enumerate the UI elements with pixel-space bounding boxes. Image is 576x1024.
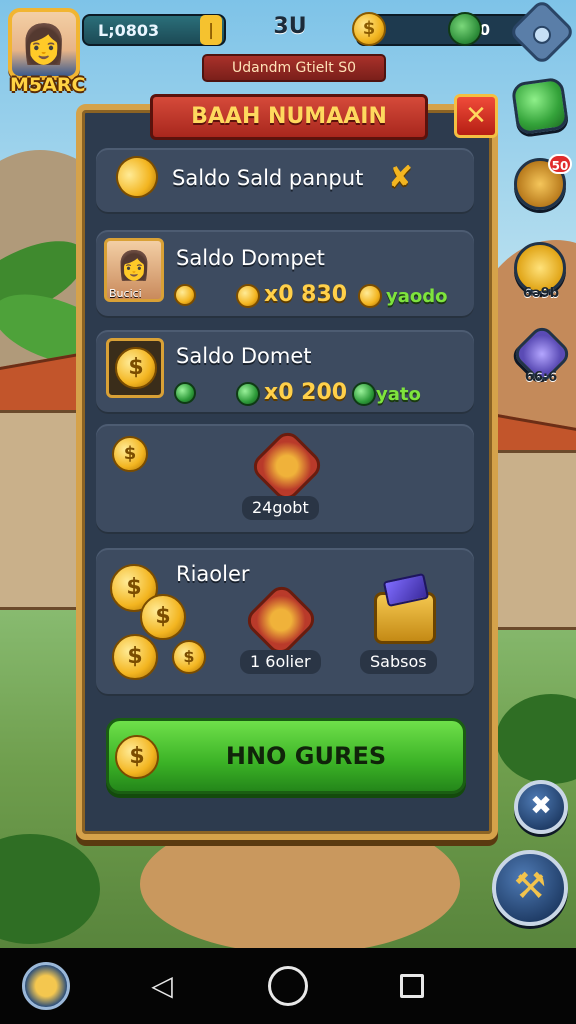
- green-gem-shop-button[interactable]: [510, 76, 570, 136]
- dompet-amount: x0 830: [264, 282, 348, 307]
- gold-coin-icon: $: [352, 12, 386, 46]
- tools-close-button[interactable]: ✖: [514, 780, 568, 834]
- event-banner[interactable]: Udandm Gtielt S0: [202, 54, 386, 82]
- items-label: Riaoler: [176, 562, 250, 586]
- back-triangle-icon[interactable]: ◁: [140, 964, 184, 1008]
- wallet-row-reward[interactable]: $ 24gobt: [96, 424, 474, 534]
- small-coin-icon: [174, 284, 196, 306]
- gold-coin-icon: $: [140, 594, 186, 640]
- bone-icon: ✘: [388, 160, 414, 195]
- confirm-button[interactable]: $ HNO GURES: [106, 718, 466, 794]
- domet-suffix: yato: [376, 384, 421, 405]
- home-circle-icon[interactable]: [264, 964, 312, 1008]
- player-level: 3U: [273, 14, 307, 39]
- green-gem-icon: [352, 382, 376, 406]
- reward-badge-icon: [248, 427, 326, 505]
- notification-badge: 50: [548, 154, 572, 174]
- gold-coin-icon: $: [112, 634, 158, 680]
- close-panel-button[interactable]: ✕: [454, 94, 498, 138]
- row-header-label: Saldo Sald panput: [172, 166, 364, 190]
- gold-coin-icon: $: [172, 640, 206, 674]
- wallet-row-header[interactable]: Saldo Sald panput ✘: [96, 148, 474, 214]
- portrait-name: Bucici: [109, 287, 142, 300]
- confirm-button-label: HNO GURES: [225, 742, 387, 770]
- portrait-frame: 👩 Bucici: [104, 238, 164, 302]
- system-nav-bar: ◁: [0, 948, 576, 1024]
- green-gem-icon: [236, 382, 260, 406]
- build-button[interactable]: ⚒: [492, 850, 568, 926]
- panel-title: BAAH NUMAAIN: [150, 94, 428, 140]
- green-gem-icon: [448, 12, 482, 46]
- player-profile[interactable]: 👩 M5ARC: [8, 8, 86, 100]
- dompet-label: Saldo Dompet: [176, 246, 325, 270]
- domet-amount: x0 200: [264, 380, 348, 405]
- resource-left-value: L;0803: [98, 20, 160, 40]
- small-coin-icon: [358, 284, 382, 308]
- add-resource-icon[interactable]: |: [200, 15, 222, 45]
- gem-button-label: 66:6: [524, 370, 558, 385]
- wallet-row-items[interactable]: Riaoler $ $ $ $ 1 6olier Sabsos: [96, 548, 474, 696]
- resource-bar-left[interactable]: L;0803 |: [82, 14, 226, 46]
- treasure-chest-icon: [374, 592, 436, 644]
- reward-pill: 24gobt: [242, 496, 319, 520]
- dompet-suffix: yaodo: [386, 286, 448, 307]
- hero-badge-icon: [242, 581, 320, 659]
- coin-frame: $: [106, 338, 164, 398]
- bush: [0, 834, 100, 944]
- close-x-icon: ✖: [530, 791, 552, 821]
- player-avatar-icon: 👩: [8, 8, 80, 80]
- app-shortcut-icon[interactable]: [22, 962, 70, 1010]
- small-coin-icon: [236, 284, 260, 308]
- gold-coin-icon: $: [115, 347, 157, 389]
- gold-coin-icon: $: [112, 436, 148, 472]
- hammer-icon: ⚒: [513, 866, 547, 907]
- domet-label: Saldo Domet: [176, 344, 312, 368]
- recent-square-icon[interactable]: [390, 964, 434, 1008]
- item2-pill: Sabsos: [360, 650, 437, 674]
- character-portrait-icon: 👩: [116, 249, 152, 282]
- green-gem-icon: [174, 382, 196, 404]
- gold-coin-icon: [108, 148, 166, 206]
- bush: [496, 694, 576, 784]
- item1-pill: 1 6olier: [240, 650, 321, 674]
- player-name: M5ARC: [10, 74, 86, 96]
- coin-button-label: 6ǝ9b: [522, 286, 560, 301]
